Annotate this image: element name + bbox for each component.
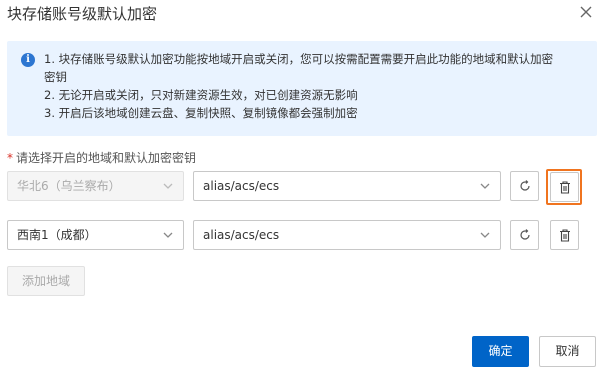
ok-button[interactable]: 确定 (472, 336, 529, 367)
delete-button-2[interactable] (550, 220, 579, 250)
refresh-icon (520, 229, 530, 240)
region-key-label: * 请选择开启的地域和默认加密密钥 (7, 150, 196, 166)
cancel-button[interactable]: 取消 (539, 336, 596, 367)
info-line-1-cont: 密钥 (44, 70, 67, 84)
key-select-1[interactable]: alias/acs/ecs (193, 171, 501, 201)
close-icon[interactable] (578, 4, 594, 20)
trash-icon (560, 229, 570, 242)
info-line-1: 1. 块存储账号级默认加密功能按地域开启或关闭，您可以按需配置需要开启此功能的地… (44, 52, 554, 66)
chevron-down-icon (163, 183, 173, 189)
refresh-icon (520, 180, 530, 191)
info-icon: i (21, 53, 35, 67)
dialog-title: 块存储账号级默认加密 (7, 5, 158, 23)
region-select-1-value: 华北6（乌兰察布） (17, 179, 121, 193)
info-notice: i 1. 块存储账号级默认加密功能按地域开启或关闭，您可以按需配置需要开启此功能… (7, 41, 597, 136)
info-line-3: 3. 开启后该地域创建云盘、复制快照、复制镜像都会强制加密 (44, 106, 358, 120)
chevron-down-icon (480, 183, 490, 189)
info-line-2: 2. 无论开启或关闭，只对新建资源生效，对已创建资源无影响 (44, 88, 358, 102)
refresh-button-2[interactable] (510, 220, 539, 250)
key-select-2[interactable]: alias/acs/ecs (193, 220, 501, 250)
region-key-label-text: 请选择开启的地域和默认加密密钥 (16, 151, 197, 165)
add-region-button[interactable]: 添加地域 (7, 266, 85, 296)
info-text: 1. 块存储账号级默认加密功能按地域开启或关闭，您可以按需配置需要开启此功能的地… (44, 50, 589, 122)
delete-button-highlight (546, 169, 582, 205)
chevron-down-icon (163, 232, 173, 238)
required-mark: * (7, 151, 13, 165)
key-select-2-value: alias/acs/ecs (203, 228, 280, 242)
region-select-2[interactable]: 西南1（成都） (7, 220, 184, 250)
refresh-button-1[interactable] (510, 171, 539, 201)
key-select-1-value: alias/acs/ecs (203, 179, 280, 193)
region-select-2-value: 西南1（成都） (17, 228, 97, 242)
encryption-dialog: 块存储账号级默认加密 i 1. 块存储账号级默认加密功能按地域开启或关闭，您可以… (0, 0, 603, 369)
region-select-1: 华北6（乌兰察布） (7, 171, 184, 201)
chevron-down-icon (480, 232, 490, 238)
